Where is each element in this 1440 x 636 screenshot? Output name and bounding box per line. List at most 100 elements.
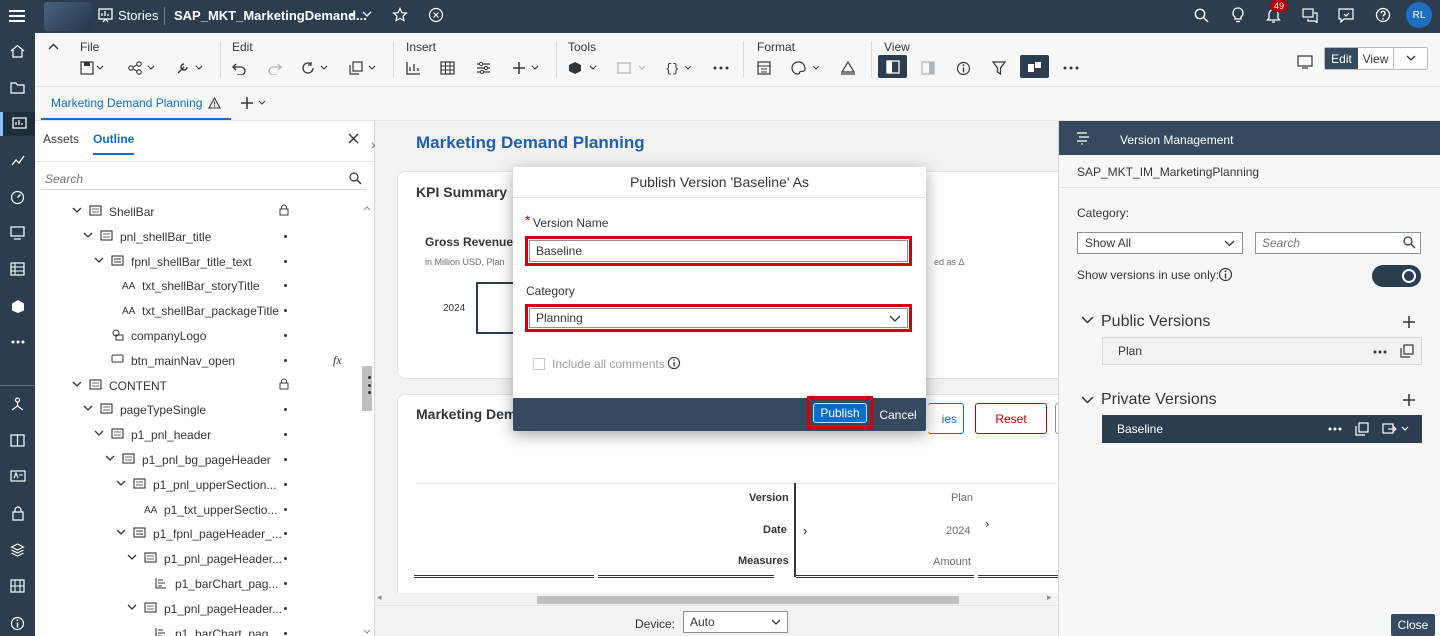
search-icon[interactable] [349, 172, 362, 185]
redo-icon[interactable] [267, 58, 282, 78]
visibility-dot[interactable] [284, 507, 287, 511]
lock-icon[interactable] [279, 378, 289, 390]
more-actions-icon[interactable] [1328, 427, 1342, 431]
expand-chevron-icon[interactable] [94, 430, 104, 437]
right-panel-toggle-icon[interactable] [921, 58, 935, 78]
planning-icon[interactable] [617, 58, 649, 78]
translation-icon[interactable] [0, 465, 35, 489]
expand-year-chevron-icon[interactable]: › [985, 516, 989, 531]
data-actions-icon[interactable] [568, 58, 600, 78]
visibility-dot[interactable] [284, 557, 287, 561]
share-icon[interactable] [128, 58, 158, 78]
outline-tree-row[interactable]: p1_pnl_bg_pageHeader [35, 447, 365, 472]
collapse-toolbar-chevron-icon[interactable] [48, 43, 59, 50]
view-more-icon[interactable] [1063, 58, 1079, 78]
security-lock-icon[interactable] [0, 501, 35, 525]
outline-tree-row[interactable]: p1_barChart_pag... [35, 621, 365, 636]
close-story-icon[interactable] [428, 7, 444, 23]
add-page-icon[interactable] [240, 96, 270, 110]
page-tab-marketing-demand-planning[interactable]: Marketing Demand Planning [41, 87, 232, 120]
expand-chevron-icon[interactable] [116, 529, 126, 536]
horizontal-scrollbar[interactable]: ◂ ▸ [375, 592, 1058, 605]
data-analyzer-icon[interactable] [0, 294, 35, 318]
search-icon[interactable] [1403, 236, 1416, 249]
version-row-plan[interactable]: Plan [1102, 337, 1422, 365]
version-row-baseline[interactable]: Baseline [1102, 415, 1422, 443]
tools-more-icon[interactable] [713, 58, 729, 78]
visibility-dot[interactable] [284, 582, 287, 585]
visibility-dot[interactable] [284, 234, 287, 238]
add-private-version-icon[interactable] [1402, 393, 1416, 407]
chat-icon[interactable] [1302, 8, 1319, 23]
visibility-dot[interactable] [284, 408, 287, 412]
learning-icon[interactable] [0, 428, 35, 452]
scroll-left-arrow-icon[interactable]: ◂ [377, 592, 382, 603]
copy-icon[interactable] [349, 58, 379, 78]
versions-button[interactable]: ies [928, 403, 964, 434]
info-icon[interactable] [956, 58, 971, 78]
hamburger-menu-icon[interactable] [8, 8, 26, 24]
device-select[interactable]: Auto [683, 611, 788, 633]
connections-icon[interactable] [0, 392, 35, 416]
visibility-dot[interactable] [284, 433, 287, 437]
analytic-app-icon[interactable] [0, 148, 35, 172]
visibility-dot[interactable] [284, 458, 287, 461]
add-public-version-icon[interactable] [1402, 315, 1416, 329]
copy-version-icon[interactable] [1355, 422, 1369, 436]
device-preview-icon[interactable] [1297, 52, 1313, 72]
expand-chevron-icon[interactable] [72, 207, 82, 214]
visibility-dot[interactable] [284, 309, 287, 313]
format-paint-icon[interactable] [840, 58, 856, 78]
digital-boardroom-icon[interactable] [0, 221, 35, 245]
outline-tree-row[interactable]: companyLogo [35, 323, 365, 348]
lock-icon[interactable] [279, 204, 289, 216]
expand-date-chevron-icon[interactable]: › [803, 523, 807, 538]
show-in-use-toggle[interactable] [1372, 265, 1421, 287]
feedback-icon[interactable] [1338, 8, 1354, 23]
app-title[interactable]: Stories [118, 8, 158, 23]
collapse-private-chevron-icon[interactable] [1081, 396, 1094, 404]
expand-chevron-icon[interactable] [127, 554, 137, 561]
folder-icon[interactable] [0, 75, 35, 99]
tools-wrench-icon[interactable] [176, 58, 206, 78]
insert-add-icon[interactable] [512, 58, 542, 78]
visibility-dot[interactable] [284, 284, 287, 288]
copy-version-icon[interactable] [1400, 344, 1414, 358]
format-layout-icon[interactable] [757, 58, 771, 78]
tab-assets[interactable]: Assets [43, 132, 79, 146]
insert-filter-controls-icon[interactable] [476, 58, 491, 78]
view-mode-button[interactable]: View [1358, 48, 1394, 69]
search-icon[interactable] [1194, 8, 1209, 23]
home-icon[interactable] [0, 39, 35, 63]
help-icon[interactable] [1375, 7, 1391, 23]
close-panel-icon[interactable] [348, 133, 359, 144]
lightbulb-icon[interactable] [1231, 7, 1245, 24]
expand-chevron-icon[interactable] [83, 405, 93, 412]
expand-chevron-icon[interactable] [105, 455, 115, 462]
chevron-down-icon[interactable] [362, 10, 372, 18]
close-panel-button[interactable]: Close [1391, 614, 1435, 636]
outline-tree-row[interactable]: p1_pnl_pageHeader... [35, 596, 365, 621]
info-icon[interactable] [1218, 267, 1233, 282]
publish-button[interactable]: Publish [813, 403, 867, 423]
expand-chevron-icon[interactable] [83, 232, 93, 239]
visibility-dot[interactable] [284, 606, 287, 610]
refresh-icon[interactable] [301, 58, 331, 78]
favorite-star-icon[interactable] [392, 7, 408, 23]
left-panel-toggle-icon[interactable] [878, 55, 907, 78]
visibility-dot[interactable] [284, 259, 287, 263]
expand-chevron-icon[interactable] [116, 480, 126, 487]
filter-funnel-icon[interactable] [992, 58, 1006, 78]
outline-tree-row[interactable]: AA txt_shellBar_packageTitle [35, 298, 365, 323]
save-icon[interactable] [80, 58, 106, 78]
scroll-up-arrow-icon[interactable] [363, 205, 371, 211]
stories-nav-icon[interactable] [0, 112, 35, 136]
version-name-input[interactable] [529, 240, 908, 262]
undo-icon[interactable] [232, 58, 247, 78]
catalog-icon[interactable] [0, 574, 35, 598]
insert-chart-icon[interactable] [406, 58, 421, 78]
outline-tree-row[interactable]: AA p1_txt_upperSectio... [35, 497, 365, 522]
more-icon[interactable] [0, 330, 35, 354]
outline-tree-row[interactable]: CONTENT [35, 373, 365, 398]
tab-outline[interactable]: Outline [93, 132, 135, 155]
